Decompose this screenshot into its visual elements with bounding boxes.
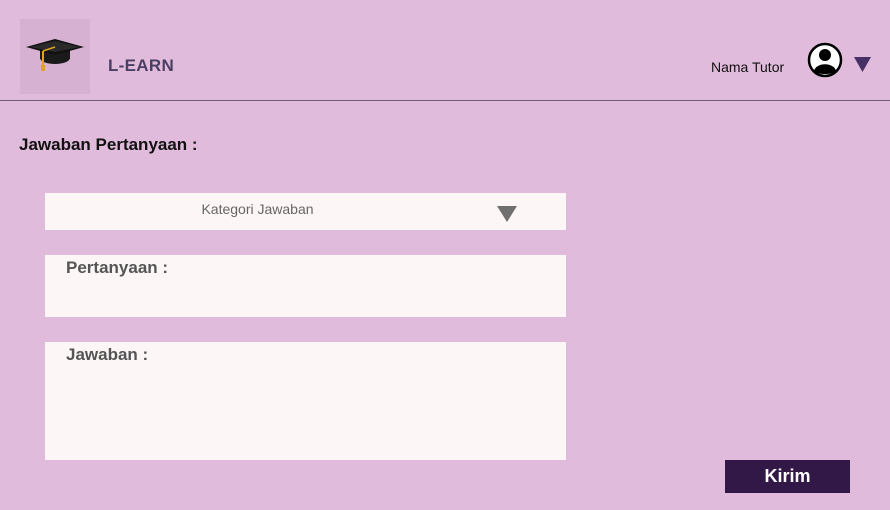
chevron-down-icon[interactable] [497, 206, 517, 222]
logo[interactable] [20, 19, 90, 94]
graduation-cap-icon [26, 39, 84, 71]
answer-label: Jawaban : [66, 345, 149, 364]
app-header: L-EARN Nama Tutor [0, 0, 890, 101]
answer-field[interactable]: Jawaban : [45, 342, 566, 460]
category-select[interactable]: Kategori Jawaban [45, 193, 566, 230]
question-label: Pertanyaan : [66, 258, 169, 277]
app-title: L-EARN [108, 56, 175, 75]
user-name: Nama Tutor [711, 59, 785, 75]
category-select-value: Kategori Jawaban [201, 201, 314, 217]
user-circle-icon[interactable] [807, 42, 843, 78]
submit-button[interactable]: Kirim [725, 460, 850, 493]
page-title: Jawaban Pertanyaan : [19, 135, 198, 154]
caret-down-icon[interactable] [854, 56, 872, 72]
question-field[interactable]: Pertanyaan : [45, 255, 566, 317]
